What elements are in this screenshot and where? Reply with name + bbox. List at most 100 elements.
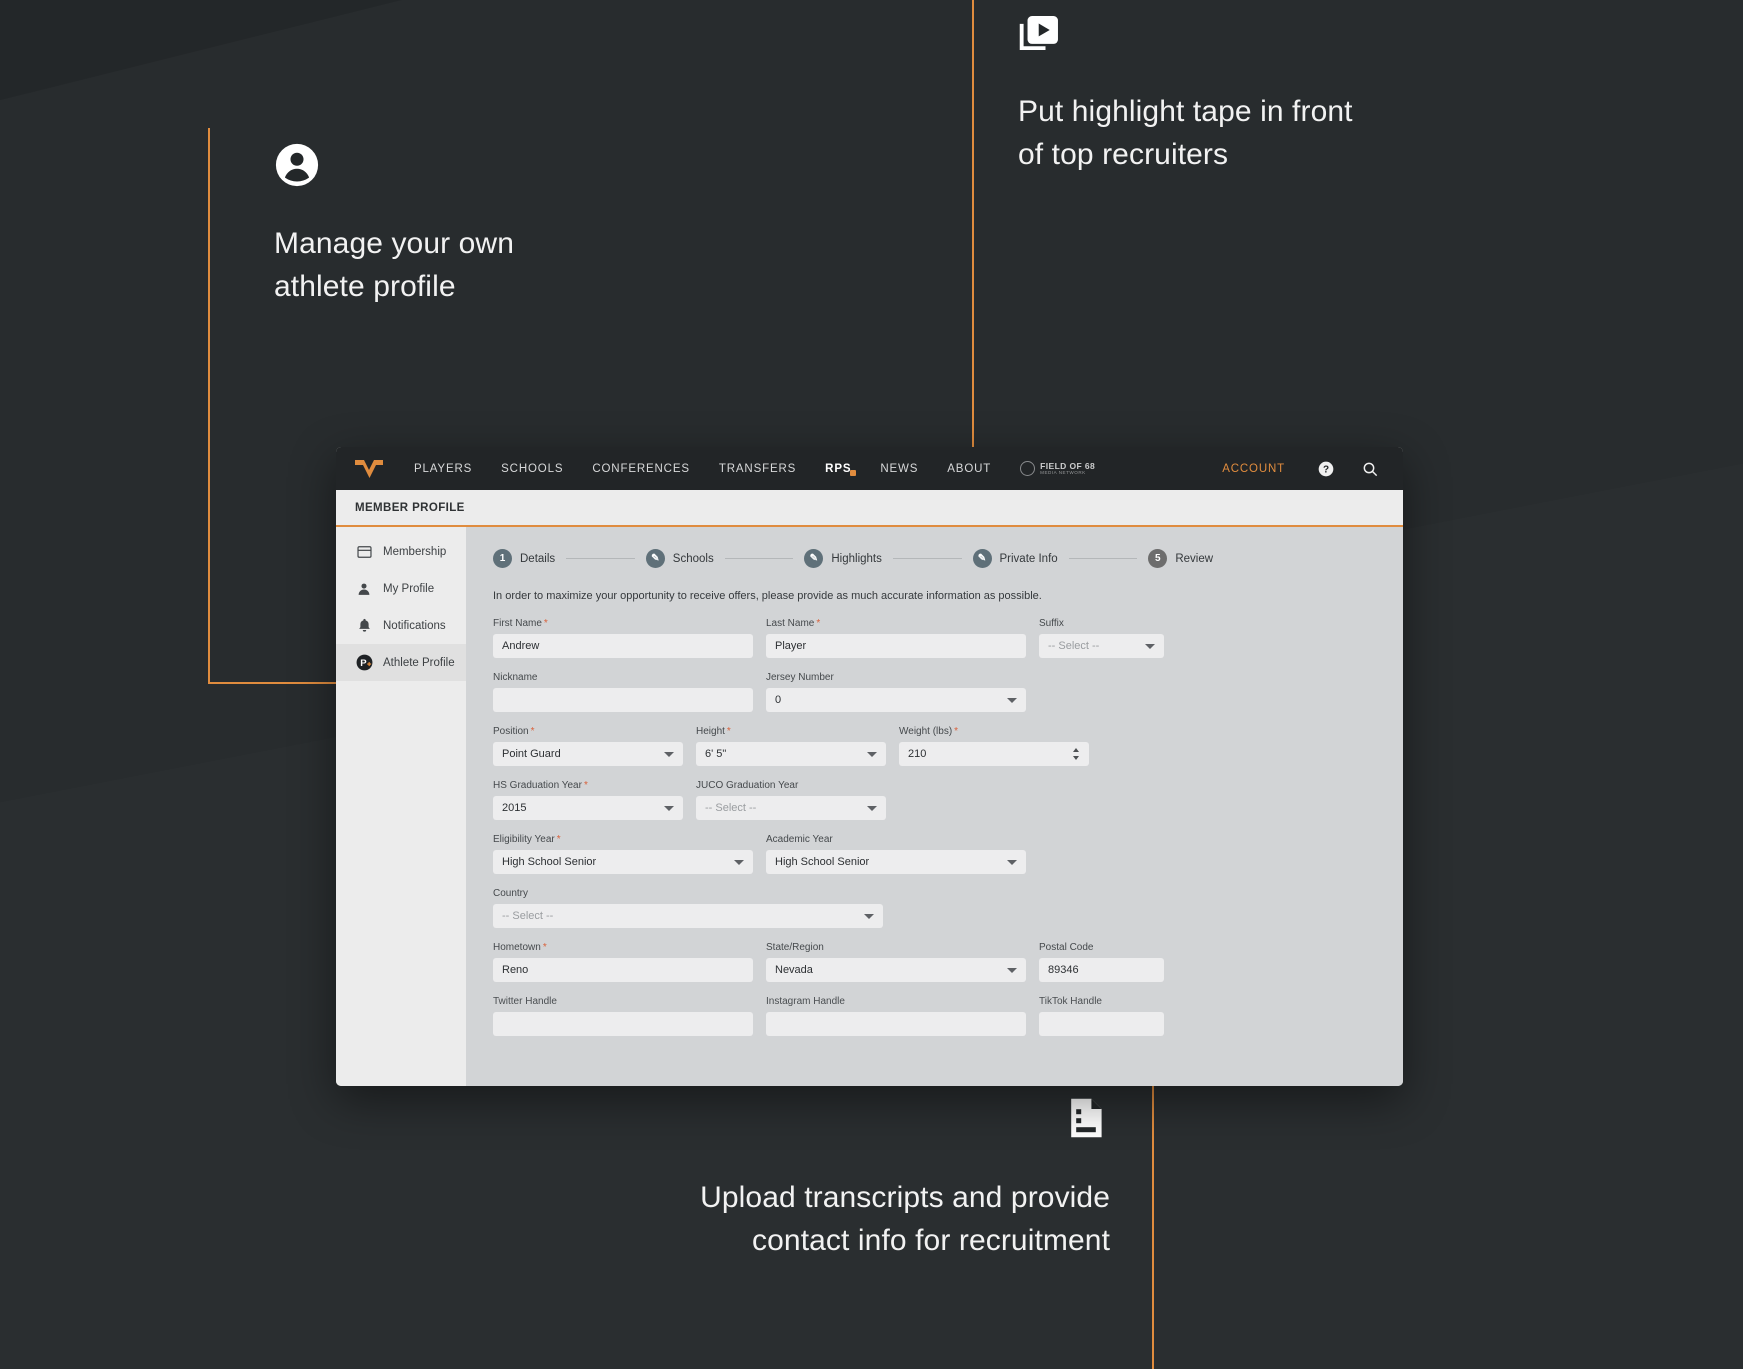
juco-graduation-year-select[interactable]: -- Select -- [696, 796, 886, 820]
field-label: Suffix [1039, 618, 1064, 629]
person-icon [354, 580, 374, 598]
step-edit-icon: ✎ [645, 549, 665, 568]
partner-subtitle: MEDIA NETWORK [1040, 469, 1086, 475]
field-label: State/Region [766, 942, 824, 953]
nav-link-schools[interactable]: SCHOOLS [501, 463, 563, 475]
step-private-info[interactable]: ✎ Private Info [972, 549, 1058, 568]
annotation-upload-transcripts: Upload transcripts and provide contact i… [600, 1094, 1110, 1262]
connector-line-profile-vertical [208, 128, 210, 684]
step-label: Private Info [999, 552, 1058, 565]
field-academic-year: Academic Year High School Senior [766, 834, 1026, 874]
field-eligibility-year: Eligibility Year * High School Senior [493, 834, 753, 874]
form-row-partially-visible: Twitter Handle Instagram Handle TikTok H… [493, 996, 1213, 1036]
stepper-arrows-icon[interactable] [1072, 748, 1079, 760]
field-last-name: Last Name * Player [766, 618, 1026, 658]
academic-year-value: High School Senior [775, 856, 870, 868]
chevron-down-icon [664, 806, 674, 811]
step-number: 1 [493, 549, 512, 568]
last-name-input[interactable]: Player [766, 634, 1026, 658]
twitter-handle-input[interactable] [493, 1012, 753, 1036]
suffix-select[interactable]: -- Select -- [1039, 634, 1164, 658]
height-select[interactable]: 6' 5" [696, 742, 886, 766]
hs-graduation-year-value: 2015 [502, 802, 527, 814]
credit-card-icon [354, 543, 374, 561]
suffix-value: -- Select -- [1048, 640, 1100, 652]
form-row: Eligibility Year * High School Senior Aca… [493, 834, 1213, 874]
step-connector [892, 558, 962, 559]
hs-graduation-year-select[interactable]: 2015 [493, 796, 683, 820]
nickname-input[interactable] [493, 688, 753, 712]
juco-graduation-year-value: -- Select -- [705, 802, 757, 814]
sidebar-item-my-profile[interactable]: My Profile [336, 570, 466, 607]
annotation-text-line-1: Manage your own [274, 227, 514, 260]
nav-link-rps[interactable]: RPS [825, 463, 857, 476]
field-suffix: Suffix -- Select -- [1039, 618, 1164, 658]
state-region-select[interactable]: Nevada [766, 958, 1026, 982]
progress-stepper: 1 Details ✎ Schools ✎ Highlights ✎ Priva… [493, 549, 1213, 568]
hometown-input[interactable]: Reno [493, 958, 753, 982]
field-postal-code: Postal Code 89346 [1039, 942, 1164, 982]
help-circle-icon[interactable]: ? [1315, 458, 1337, 480]
step-details[interactable]: 1 Details [493, 549, 555, 568]
step-label: Highlights [831, 552, 882, 565]
app-window: PLAYERS SCHOOLS CONFERENCES TRANSFERS RP… [336, 447, 1403, 1086]
first-name-input[interactable]: Andrew [493, 634, 753, 658]
field-label: JUCO Graduation Year [696, 780, 799, 791]
postal-code-input[interactable]: 89346 [1039, 958, 1164, 982]
position-select[interactable]: Point Guard [493, 742, 683, 766]
screenshot-root: Manage your own athlete profile Put high… [0, 0, 1743, 1369]
eligibility-year-value: High School Senior [502, 856, 597, 868]
field-label: Jersey Number [766, 672, 834, 683]
field-label: Hometown * [493, 942, 547, 953]
step-connector [566, 558, 635, 559]
field-of-68-logo[interactable]: FIELD OF 68 MEDIA NETWORK [1020, 461, 1095, 476]
step-connector [1068, 558, 1138, 559]
step-review[interactable]: 5 Review [1148, 549, 1213, 568]
eligibility-year-select[interactable]: High School Senior [493, 850, 753, 874]
field-label: Last Name * [766, 618, 821, 629]
svg-text:?: ? [1323, 464, 1329, 475]
field-label: Eligibility Year * [493, 834, 561, 845]
nav-link-news[interactable]: NEWS [880, 463, 918, 475]
field-label: Academic Year [766, 834, 833, 845]
globe-icon [1020, 461, 1036, 476]
annotation-text-line-2: athlete profile [274, 269, 456, 303]
field-juco-graduation-year: JUCO Graduation Year -- Select -- [696, 780, 886, 820]
sidebar-item-notifications[interactable]: Notifications [336, 607, 466, 644]
account-link[interactable]: ACCOUNT [1222, 463, 1285, 475]
step-highlights[interactable]: ✎ Highlights [804, 549, 882, 568]
field-position: Position * Point Guard [493, 726, 683, 766]
instagram-handle-input[interactable] [766, 1012, 1026, 1036]
jersey-number-select[interactable]: 0 [766, 688, 1026, 712]
country-select[interactable]: -- Select -- [493, 904, 883, 928]
academic-year-select[interactable]: High School Senior [766, 850, 1026, 874]
sidebar-item-label: Athlete Profile [383, 656, 455, 669]
step-label: Schools [672, 552, 714, 565]
field-label: First Name * [493, 618, 548, 629]
field-label: Postal Code [1039, 942, 1094, 953]
chevron-down-icon [1007, 968, 1017, 973]
annotation-text-line-1: Upload transcripts and provide [700, 1181, 1110, 1214]
tiktok-handle-input[interactable] [1039, 1012, 1164, 1036]
nav-link-players[interactable]: PLAYERS [414, 463, 472, 475]
weight-number-input[interactable]: 210 [899, 742, 1089, 766]
step-schools[interactable]: ✎ Schools [645, 549, 714, 568]
field-jersey-number: Jersey Number 0 [766, 672, 1026, 712]
step-connector [724, 558, 794, 559]
sidebar-item-membership[interactable]: Membership [336, 533, 466, 570]
field-height: Height * 6' 5" [696, 726, 886, 766]
field-tiktok-handle: TikTok Handle [1039, 996, 1164, 1036]
step-edit-icon: ✎ [804, 549, 824, 568]
vc-logo-icon[interactable] [354, 458, 384, 480]
search-icon[interactable] [1359, 458, 1381, 480]
nav-link-about[interactable]: ABOUT [947, 463, 991, 475]
nav-link-conferences[interactable]: CONFERENCES [592, 463, 690, 475]
annotation-highlight-tape: Put highlight tape in front of top recru… [1018, 12, 1448, 176]
weight-value: 210 [908, 748, 927, 760]
connector-line-profile-horizontal [208, 682, 348, 684]
form-row: Position * Point Guard Height * 6' 5" We… [493, 726, 1213, 766]
nav-link-transfers[interactable]: TRANSFERS [719, 463, 796, 475]
sidebar: Membership My Profile Notifications P At… [336, 527, 466, 1086]
sidebar-item-athlete-profile[interactable]: P Athlete Profile [336, 644, 466, 681]
chevron-down-icon [867, 752, 877, 757]
